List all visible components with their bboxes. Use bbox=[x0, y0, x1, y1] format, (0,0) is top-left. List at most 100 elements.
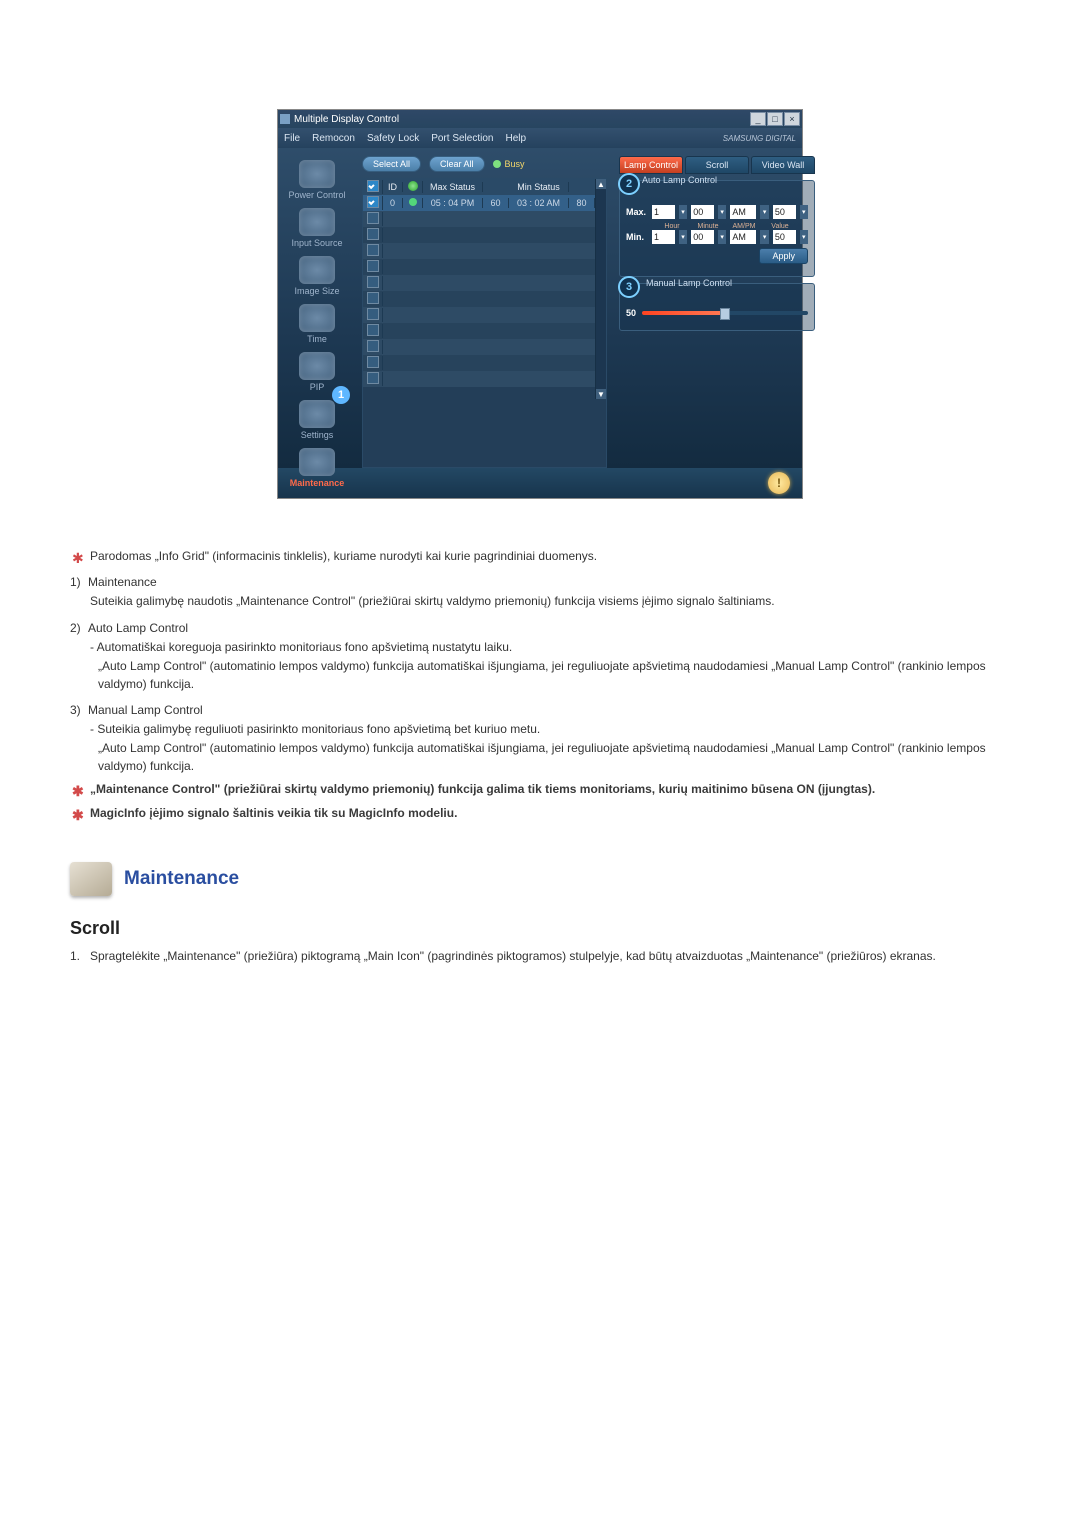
sidebar-item-maintenance[interactable]: Maintenance bbox=[282, 446, 352, 488]
table-row[interactable] bbox=[363, 339, 595, 355]
tab-video-wall[interactable]: Video Wall bbox=[751, 156, 815, 174]
sidebar-item-settings[interactable]: Settings bbox=[282, 398, 352, 440]
brand-label: SAMSUNG DIGITAL bbox=[723, 134, 796, 143]
cell-id: 0 bbox=[383, 198, 403, 208]
min-minute-input[interactable]: 00 bbox=[691, 230, 714, 244]
min-ampm-spin[interactable]: ▾ bbox=[760, 230, 768, 244]
sidebar-item-input-source[interactable]: Input Source bbox=[282, 206, 352, 248]
maintenance-section-title: Maintenance bbox=[124, 868, 239, 890]
min-hour-spin[interactable]: ▾ bbox=[679, 230, 687, 244]
min-label: Min. bbox=[626, 232, 648, 242]
row-checkbox[interactable] bbox=[367, 356, 379, 368]
max-hour-spin[interactable]: ▾ bbox=[679, 205, 687, 219]
min-value-input[interactable]: 50 bbox=[773, 230, 796, 244]
spin-sub-labels: HourMinuteAM/PMValue bbox=[656, 223, 808, 230]
item-3-bullet: Suteikia galimybę reguliuoti pasirinkto … bbox=[90, 721, 1010, 738]
maintenance-icon bbox=[299, 448, 335, 476]
menubar: File Remocon Safety Lock Port Selection … bbox=[278, 128, 802, 148]
max-value-spin[interactable]: ▾ bbox=[800, 205, 808, 219]
row-checkbox[interactable] bbox=[367, 276, 379, 288]
scroll-up-button[interactable]: ▲ bbox=[596, 179, 606, 189]
grid-header: ID Max Status Min Status bbox=[363, 179, 595, 195]
min-value-spin[interactable]: ▾ bbox=[800, 230, 808, 244]
min-hour-input[interactable]: 1 bbox=[652, 230, 675, 244]
row-checkbox[interactable] bbox=[367, 292, 379, 304]
auto-lamp-group: 2 Auto Lamp Control Max. 1▾ 00▾ AM▾ 50▾ … bbox=[619, 180, 815, 277]
menu-remocon[interactable]: Remocon bbox=[312, 133, 355, 144]
table-row[interactable] bbox=[363, 307, 595, 323]
row-checkbox[interactable] bbox=[367, 324, 379, 336]
row-checkbox[interactable] bbox=[367, 308, 379, 320]
cell-max-time: 05 : 04 PM bbox=[423, 198, 483, 208]
max-value-input[interactable]: 50 bbox=[773, 205, 796, 219]
slider-thumb[interactable] bbox=[720, 308, 730, 320]
select-all-button[interactable]: Select All bbox=[362, 156, 421, 172]
menu-help[interactable]: Help bbox=[505, 133, 526, 144]
max-row: Max. 1▾ 00▾ AM▾ 50▾ bbox=[626, 205, 808, 219]
power-icon bbox=[299, 160, 335, 188]
max-ampm-select[interactable]: AM bbox=[730, 205, 756, 219]
manual-lamp-title: Manual Lamp Control bbox=[646, 278, 732, 288]
clear-all-button[interactable]: Clear All bbox=[429, 156, 485, 172]
minimize-button[interactable]: _ bbox=[750, 112, 766, 126]
item-3-para: „Auto Lamp Control" (automatinio lempos … bbox=[98, 740, 1010, 775]
row-checkbox[interactable] bbox=[367, 196, 379, 208]
input-source-icon bbox=[299, 208, 335, 236]
busy-label: Busy bbox=[505, 159, 525, 169]
close-button[interactable]: × bbox=[784, 112, 800, 126]
max-minute-input[interactable]: 00 bbox=[691, 205, 714, 219]
app-icon bbox=[280, 114, 290, 124]
item-3: 3)Manual Lamp Control bbox=[70, 703, 1010, 717]
maximize-button[interactable]: □ bbox=[767, 112, 783, 126]
table-row[interactable] bbox=[363, 243, 595, 259]
note-1: „Maintenance Control" (priežiūrai skirtų… bbox=[70, 781, 1010, 798]
table-row[interactable] bbox=[363, 355, 595, 371]
item-1-para: Suteikia galimybę naudotis „Maintenance … bbox=[90, 593, 1010, 610]
header-checkbox[interactable] bbox=[367, 180, 379, 192]
tab-scroll[interactable]: Scroll bbox=[685, 156, 749, 174]
info-grid: ID Max Status Min Status 0 bbox=[362, 178, 607, 468]
row-checkbox[interactable] bbox=[367, 228, 379, 240]
table-row[interactable] bbox=[363, 291, 595, 307]
menu-file[interactable]: File bbox=[284, 133, 300, 144]
menu-port-selection[interactable]: Port Selection bbox=[431, 133, 493, 144]
row-checkbox[interactable] bbox=[367, 260, 379, 272]
grid-scrollbar[interactable]: ▲ ▼ bbox=[595, 179, 606, 399]
sidebar-item-time[interactable]: Time bbox=[282, 302, 352, 344]
note-2: MagicInfo įėjimo signalo šaltinis veikia… bbox=[70, 805, 1010, 822]
sidebar-item-image-size[interactable]: Image Size bbox=[282, 254, 352, 296]
min-ampm-select[interactable]: AM bbox=[730, 230, 756, 244]
menu-safety-lock[interactable]: Safety Lock bbox=[367, 133, 419, 144]
row-checkbox[interactable] bbox=[367, 340, 379, 352]
scroll-down-button[interactable]: ▼ bbox=[596, 389, 606, 399]
max-minute-spin[interactable]: ▾ bbox=[718, 205, 726, 219]
min-row: Min. 1 ▾ 00 ▾ AM ▾ 50 ▾ bbox=[626, 230, 808, 244]
row-checkbox[interactable] bbox=[367, 244, 379, 256]
table-row[interactable] bbox=[363, 227, 595, 243]
table-row[interactable] bbox=[363, 371, 595, 387]
max-hour-input[interactable]: 1 bbox=[652, 205, 675, 219]
item-2-para: „Auto Lamp Control" (automatinio lempos … bbox=[98, 658, 1010, 693]
table-row[interactable] bbox=[363, 323, 595, 339]
row-checkbox[interactable] bbox=[367, 372, 379, 384]
table-row[interactable] bbox=[363, 275, 595, 291]
time-icon bbox=[299, 304, 335, 332]
row-checkbox[interactable] bbox=[367, 212, 379, 224]
table-row[interactable]: 0 05 : 04 PM 60 03 : 02 AM 80 bbox=[363, 195, 595, 211]
maintenance-section-header: Maintenance bbox=[70, 862, 1010, 896]
apply-button[interactable]: Apply bbox=[759, 248, 808, 264]
table-row[interactable] bbox=[363, 259, 595, 275]
table-row[interactable] bbox=[363, 211, 595, 227]
pip-icon bbox=[299, 352, 335, 380]
tab-lamp-control[interactable]: Lamp Control bbox=[619, 156, 683, 174]
maintenance-section-icon bbox=[70, 862, 112, 896]
busy-dot-icon bbox=[493, 160, 501, 168]
item-2: 2)Auto Lamp Control bbox=[70, 621, 1010, 635]
status-dot-icon bbox=[409, 198, 417, 206]
sidebar-item-power-control[interactable]: Power Control bbox=[282, 158, 352, 200]
cell-max-val: 60 bbox=[483, 198, 509, 208]
max-ampm-spin[interactable]: ▾ bbox=[760, 205, 768, 219]
min-minute-spin[interactable]: ▾ bbox=[718, 230, 726, 244]
manual-lamp-slider[interactable] bbox=[642, 311, 808, 315]
sidebar: Power Control Input Source Image Size Ti… bbox=[278, 148, 356, 468]
